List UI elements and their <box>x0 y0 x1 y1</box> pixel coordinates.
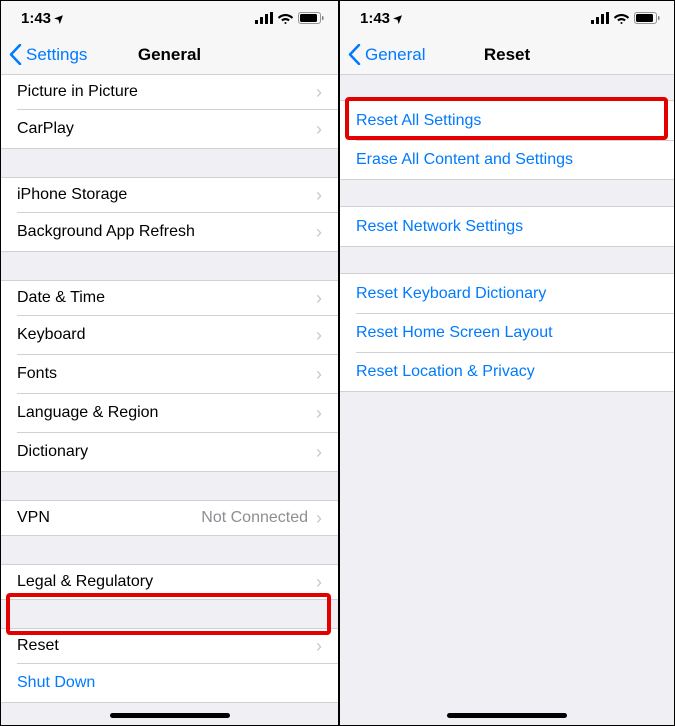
chevron-right-icon: › <box>316 326 322 344</box>
row-shut-down[interactable]: Shut Down <box>1 663 338 702</box>
row-label: Erase All Content and Settings <box>356 151 658 169</box>
chevron-right-icon: › <box>316 186 322 204</box>
chevron-right-icon: › <box>316 83 322 101</box>
row-label: Shut Down <box>17 674 322 692</box>
status-bar: 1:43 ➤ <box>1 1 338 35</box>
row-label: Reset Network Settings <box>356 218 658 236</box>
row-label: Language & Region <box>17 404 316 422</box>
row-label: Keyboard <box>17 326 316 344</box>
row-keyboard[interactable]: Keyboard › <box>1 315 338 354</box>
row-reset-location-privacy[interactable]: Reset Location & Privacy <box>340 352 674 391</box>
back-label: General <box>365 45 425 65</box>
status-right <box>591 12 660 24</box>
row-reset-home-screen[interactable]: Reset Home Screen Layout <box>340 313 674 352</box>
row-label: Reset Location & Privacy <box>356 363 658 381</box>
nav-bar: General Reset <box>340 35 674 75</box>
row-value: Not Connected <box>201 509 308 527</box>
row-background-app-refresh[interactable]: Background App Refresh › <box>1 212 338 251</box>
chevron-right-icon: › <box>316 573 322 591</box>
back-button[interactable]: General <box>348 44 425 65</box>
row-language-region[interactable]: Language & Region › <box>1 393 338 432</box>
chevron-right-icon: › <box>316 223 322 241</box>
row-label: Picture in Picture <box>17 83 316 101</box>
row-reset-network[interactable]: Reset Network Settings <box>340 207 674 246</box>
phone-reset-settings: 1:43 ➤ General Reset Reset All Settings <box>338 1 674 725</box>
back-button[interactable]: Settings <box>9 44 87 65</box>
row-label: Dictionary <box>17 443 316 461</box>
row-dictionary[interactable]: Dictionary › <box>1 432 338 471</box>
wifi-icon <box>613 12 630 24</box>
chevron-right-icon: › <box>316 443 322 461</box>
chevron-right-icon: › <box>316 120 322 138</box>
row-fonts[interactable]: Fonts › <box>1 354 338 393</box>
cellular-icon <box>255 12 273 24</box>
row-carplay[interactable]: CarPlay › <box>1 109 338 148</box>
row-reset[interactable]: Reset › <box>1 629 338 663</box>
row-label: Legal & Regulatory <box>17 573 316 591</box>
row-legal-regulatory[interactable]: Legal & Regulatory › <box>1 565 338 599</box>
row-label: CarPlay <box>17 120 316 138</box>
battery-icon <box>634 12 660 24</box>
row-erase-all-content[interactable]: Erase All Content and Settings <box>340 140 674 179</box>
chevron-right-icon: › <box>316 509 322 527</box>
location-icon: ➤ <box>52 10 68 26</box>
reset-content: Reset All Settings Erase All Content and… <box>340 75 674 725</box>
general-content: Picture in Picture › CarPlay › iPhone St… <box>1 75 338 725</box>
cellular-icon <box>591 12 609 24</box>
row-reset-all-settings[interactable]: Reset All Settings <box>340 101 674 140</box>
phone-general-settings: 1:43 ➤ Settings General Picture in Pictu… <box>1 1 338 725</box>
status-right <box>255 12 324 24</box>
row-picture-in-picture[interactable]: Picture in Picture › <box>1 75 338 109</box>
row-label: Fonts <box>17 365 316 383</box>
row-label: Reset Keyboard Dictionary <box>356 285 658 303</box>
location-icon: ➤ <box>391 10 407 26</box>
home-indicator <box>447 713 567 718</box>
chevron-left-icon <box>348 44 361 65</box>
back-label: Settings <box>26 45 87 65</box>
home-indicator <box>110 713 230 718</box>
row-label: Background App Refresh <box>17 223 316 241</box>
row-label: Reset Home Screen Layout <box>356 324 658 342</box>
battery-icon <box>298 12 324 24</box>
chevron-left-icon <box>9 44 22 65</box>
row-label: Reset All Settings <box>356 112 658 130</box>
row-label: VPN <box>17 509 201 527</box>
chevron-right-icon: › <box>316 289 322 307</box>
chevron-right-icon: › <box>316 365 322 383</box>
row-label: Date & Time <box>17 289 316 307</box>
row-label: iPhone Storage <box>17 186 316 204</box>
status-time: 1:43 <box>360 10 390 27</box>
row-date-time[interactable]: Date & Time › <box>1 281 338 315</box>
status-bar: 1:43 ➤ <box>340 1 674 35</box>
row-iphone-storage[interactable]: iPhone Storage › <box>1 178 338 212</box>
nav-bar: Settings General <box>1 35 338 75</box>
chevron-right-icon: › <box>316 637 322 655</box>
status-time: 1:43 <box>21 10 51 27</box>
row-reset-keyboard-dictionary[interactable]: Reset Keyboard Dictionary <box>340 274 674 313</box>
wifi-icon <box>277 12 294 24</box>
chevron-right-icon: › <box>316 404 322 422</box>
row-label: Reset <box>17 637 316 655</box>
row-vpn[interactable]: VPN Not Connected › <box>1 501 338 535</box>
